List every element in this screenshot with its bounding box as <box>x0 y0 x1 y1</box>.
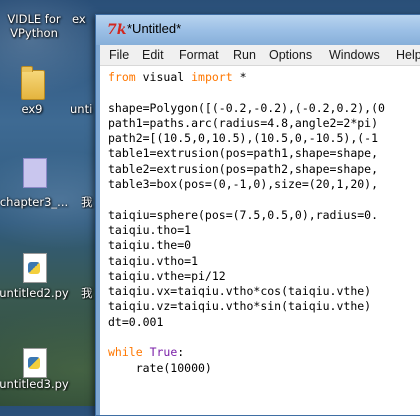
menu-run[interactable]: Run <box>233 48 256 62</box>
code-editor[interactable]: from visual import * shape=Polygon([(-0.… <box>100 66 420 415</box>
code-line: shape=Polygon([(-0.2,-0.2),(-0.2,0.2),(0 <box>108 101 385 116</box>
desktop-icon-label: chapter3_... <box>0 195 69 209</box>
menu-file[interactable]: File <box>109 48 129 62</box>
python-file-icon <box>23 253 47 283</box>
code-token: dt=0.001 <box>108 314 164 329</box>
code-text[interactable]: from visual import * shape=Polygon([(-0.… <box>108 70 385 376</box>
idle-editor-window[interactable]: 7k *Untitled* File Edit Format Run Optio… <box>95 14 420 416</box>
desktop-icon-chapter3[interactable]: chapter3_... <box>0 154 80 216</box>
code-token: table3=box(pos=(0,-1,0),size=(20,1,20), <box>108 177 379 192</box>
python-file-icon <box>23 348 47 378</box>
code-line: taiqiu.vthe=pi/12 <box>108 269 385 284</box>
code-line: path1=paths.arc(radius=4.8,angle2=2*pi) <box>108 116 385 131</box>
code-line: rate(10000) <box>108 361 385 376</box>
code-token: taiqiu.the=0 <box>108 238 192 253</box>
idle-app-icon: 7k <box>107 22 127 38</box>
code-line: taiqiu.the=0 <box>108 238 385 253</box>
menu-help[interactable]: Help <box>396 48 420 62</box>
menu-edit[interactable]: Edit <box>142 48 164 62</box>
code-line: from visual import * <box>108 70 385 85</box>
code-line: taiqiu.vx=taiqiu.vtho*cos(taiqiu.vthe) <box>108 284 385 299</box>
desktop-icon-ex9[interactable]: ex9 <box>0 64 78 124</box>
code-keyword: True <box>149 345 178 360</box>
code-token: taiqiu.vthe=pi/12 <box>108 268 226 283</box>
code-token: taiqiu.vtho=1 <box>108 253 199 268</box>
desktop-icon-label: untitled2.py <box>0 286 69 300</box>
code-keyword: import <box>191 70 233 84</box>
code-line: path2=[(10.5,0,10.5),(10.5,0,-10.5),(-1 <box>108 131 385 146</box>
code-token: path2=[(10.5,0,10.5),(10.5,0,-10.5),(-1 <box>108 131 379 146</box>
code-line: taiqiu.tho=1 <box>108 223 385 238</box>
menu-windows[interactable]: Windows <box>329 48 380 62</box>
menu-options[interactable]: Options <box>269 48 312 62</box>
code-token: rate(10000) <box>108 360 212 375</box>
desktop-icon-vidle[interactable]: VIDLE for VPython <box>0 12 80 40</box>
code-token: table2=extrusion(pos=path2,shape=shape, <box>108 161 379 176</box>
code-token: table1=extrusion(pos=path1,shape=shape, <box>108 146 379 161</box>
code-token: taiqiu.vz=taiqiu.vtho*sin(taiqiu.vthe) <box>108 299 372 314</box>
desktop-icon-untitled3[interactable]: untitled3.py <box>0 346 80 396</box>
menu-format[interactable]: Format <box>179 48 219 62</box>
code-keyword: from <box>108 70 136 84</box>
code-line: taiqiu=sphere(pos=(7.5,0.5,0),radius=0. <box>108 208 385 223</box>
code-line: taiqiu.vtho=1 <box>108 254 385 269</box>
code-token: visual <box>135 70 192 84</box>
code-token: taiqiu=sphere(pos=(7.5,0.5,0),radius=0. <box>108 207 379 222</box>
code-line: taiqiu.vz=taiqiu.vtho*sin(taiqiu.vthe) <box>108 299 385 314</box>
code-token: : <box>177 345 185 360</box>
document-icon <box>23 158 47 188</box>
folder-icon <box>21 66 45 100</box>
code-token: * <box>232 70 247 84</box>
code-line: while True: <box>108 345 385 360</box>
menu-bar: File Edit Format Run Options Windows Hel… <box>100 45 420 66</box>
desktop-icon-label: VIDLE for VPython <box>7 12 61 40</box>
code-keyword: while <box>108 345 143 360</box>
code-token: path1=paths.arc(radius=4.8,angle2=2*pi) <box>108 115 379 130</box>
desktop-icon-untitled2[interactable]: untitled2.py <box>0 251 80 301</box>
code-line: table2=extrusion(pos=path2,shape=shape, <box>108 162 385 177</box>
code-token: taiqiu.vx=taiqiu.vtho*cos(taiqiu.vthe) <box>108 284 372 299</box>
code-line: dt=0.001 <box>108 315 385 330</box>
window-title: *Untitled* <box>127 21 182 36</box>
code-line: table1=extrusion(pos=path1,shape=shape, <box>108 146 385 161</box>
title-bar[interactable]: 7k *Untitled* <box>96 15 420 45</box>
code-token: taiqiu.tho=1 <box>108 222 192 237</box>
code-line: table3=box(pos=(0,-1,0),size=(20,1,20), <box>108 177 385 192</box>
desktop-icon-label: untitled3.py <box>0 377 69 391</box>
code-token: shape=Polygon([(-0.2,-0.2),(-0.2,0.2),(0 <box>108 100 385 115</box>
desktop-icon-label: ex9 <box>21 102 43 116</box>
